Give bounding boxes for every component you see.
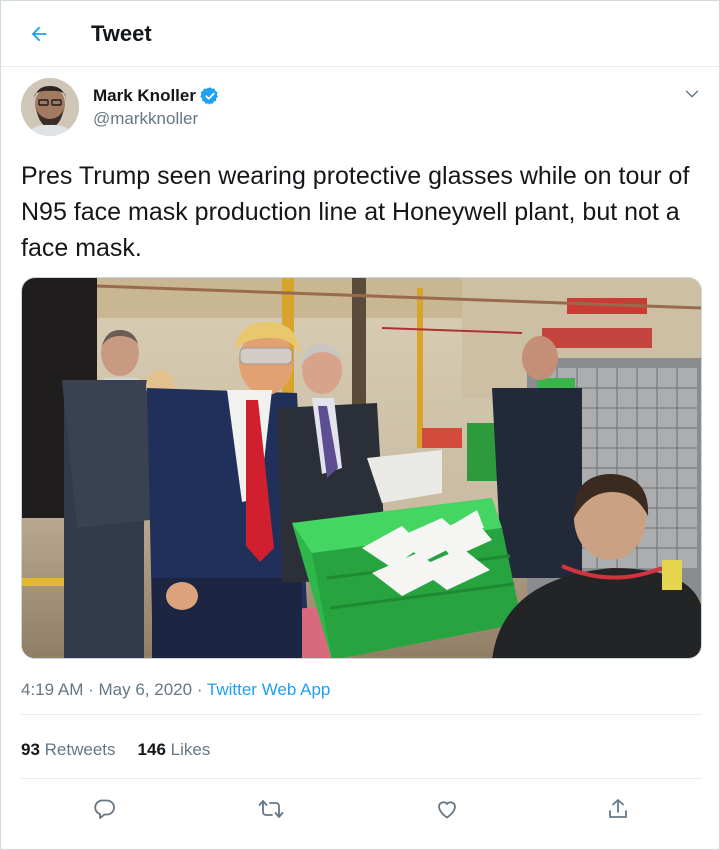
- retweet-button[interactable]: [251, 791, 291, 827]
- arrow-left-icon: [31, 26, 47, 42]
- tweet-date[interactable]: May 6, 2020: [99, 680, 193, 699]
- tweet-photo[interactable]: [21, 277, 702, 659]
- like-button[interactable]: [427, 791, 467, 827]
- page-title: Tweet: [91, 21, 152, 46]
- meta-separator: ·: [196, 680, 203, 699]
- author-name[interactable]: Mark Knoller: [93, 86, 220, 106]
- tweet-actions: [1, 791, 719, 831]
- more-options-button[interactable]: [681, 83, 703, 105]
- retweets-count: 93: [21, 740, 40, 759]
- reply-button[interactable]: [85, 791, 125, 827]
- page-header: Tweet: [1, 1, 719, 67]
- retweets-label: Retweets: [44, 740, 116, 759]
- avatar[interactable]: [21, 78, 79, 136]
- likes-count: 146: [137, 740, 166, 759]
- likes-stat[interactable]: 146 Likes: [138, 740, 211, 760]
- like-icon: [438, 801, 456, 819]
- chevron-down-icon: [685, 90, 699, 98]
- share-button[interactable]: [598, 791, 638, 827]
- back-button[interactable]: [19, 16, 59, 52]
- author-name-label: Mark Knoller: [93, 86, 196, 105]
- reply-icon: [94, 799, 115, 819]
- tweet-meta: 4:19 AM · May 6, 2020 · Twitter Web App: [21, 680, 330, 700]
- tweet-time[interactable]: 4:19 AM: [21, 680, 83, 699]
- retweets-stat[interactable]: 93 Retweets: [21, 740, 116, 760]
- avatar-image: [21, 78, 79, 136]
- divider: [21, 778, 702, 779]
- verified-badge-icon: [200, 87, 218, 105]
- retweet-icon: [258, 800, 284, 818]
- divider: [21, 714, 702, 715]
- author-handle[interactable]: @markknoller: [93, 109, 198, 129]
- meta-separator: ·: [88, 680, 94, 699]
- tweet-stats: 93 Retweets 146 Likes: [21, 740, 210, 760]
- tweet-source-link[interactable]: Twitter Web App: [207, 680, 330, 699]
- factory-scene-image: [22, 278, 701, 658]
- likes-label: Likes: [170, 740, 211, 759]
- tweet-page: Tweet Mark Knoller @markknoller Pres Tru…: [0, 0, 720, 850]
- tweet-text: Pres Trump seen wearing protective glass…: [21, 162, 690, 262]
- share-icon: [609, 799, 627, 818]
